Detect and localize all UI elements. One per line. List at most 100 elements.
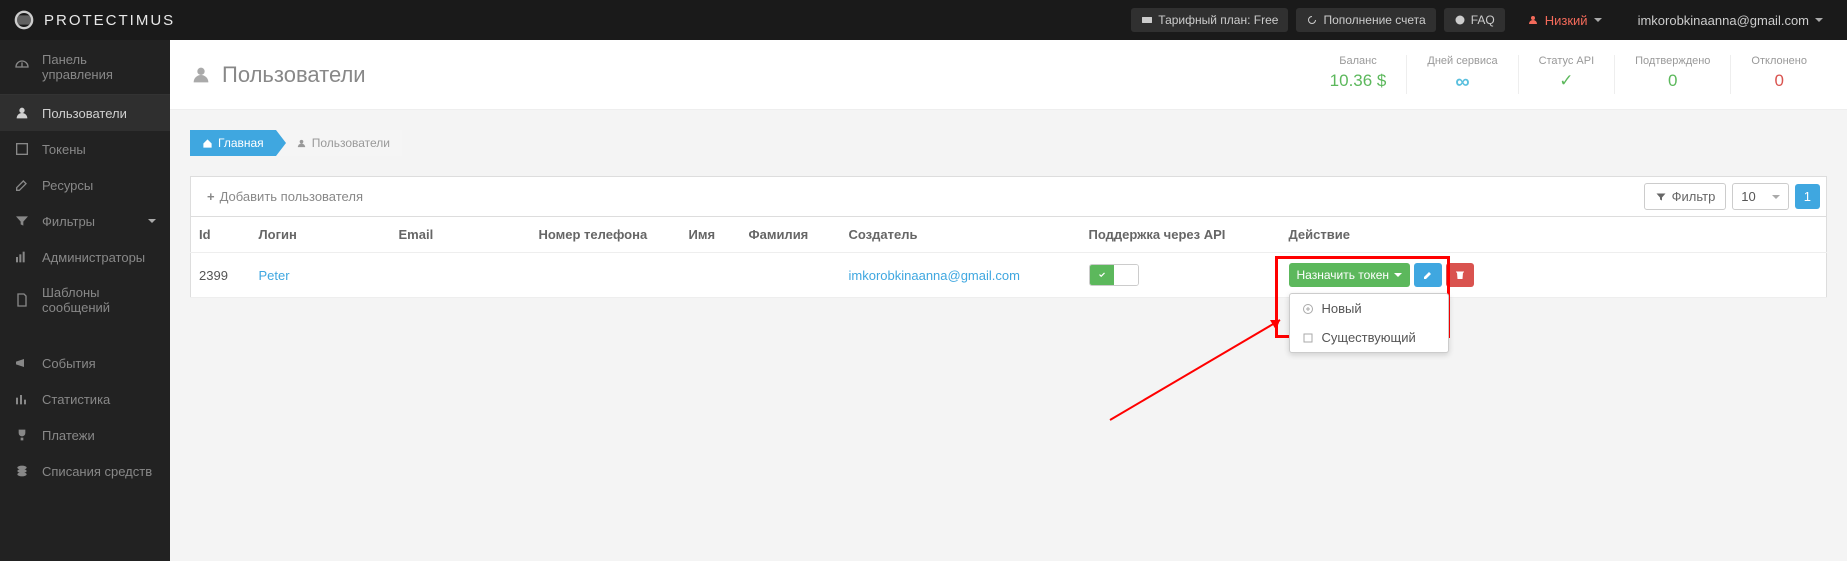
col-surname: Фамилия (741, 217, 841, 253)
sidebar-item-label: Списания средств (42, 464, 152, 479)
dropdown-item-label: Новый (1322, 301, 1362, 316)
user-icon (190, 64, 212, 86)
risk-level-menu[interactable]: Низкий (1513, 13, 1616, 28)
topup-label: Пополнение счета (1323, 13, 1425, 27)
cell-phone (531, 253, 681, 298)
page-title-text: Пользователи (222, 62, 366, 88)
sidebar-item-filters[interactable]: Фильтры (0, 203, 170, 239)
sidebar-item-resources[interactable]: Ресурсы (0, 167, 170, 203)
stat-confirmed: Подтверждено 0 (1614, 55, 1730, 94)
filter-button[interactable]: Фильтр (1644, 183, 1727, 210)
sidebar-item-label: Панель управления (42, 52, 156, 82)
table-row: 2399 Peter imkorobkinaanna@gmail.com (191, 253, 1827, 298)
refresh-icon (1306, 14, 1318, 26)
table-header-row: Id Логин Email Номер телефона Имя Фамили… (191, 217, 1827, 253)
topup-button[interactable]: Пополнение счета (1296, 8, 1435, 32)
api-toggle[interactable] (1089, 264, 1139, 286)
chevron-down-icon (1594, 18, 1602, 22)
breadcrumb-home-label: Главная (218, 136, 264, 150)
chart-icon (14, 391, 30, 407)
dropdown-item-label: Существующий (1322, 330, 1416, 345)
sidebar-item-label: Статистика (42, 392, 110, 407)
check-icon: ✓ (1539, 71, 1595, 91)
dropdown-item-existing[interactable]: Существующий (1290, 323, 1448, 352)
assign-token-dropdown: Новый Существующий (1289, 293, 1449, 353)
page-number[interactable]: 1 (1795, 184, 1820, 209)
add-user-button[interactable]: + Добавить пользователя (197, 184, 373, 209)
risk-label: Низкий (1545, 13, 1588, 28)
plus-icon: + (207, 189, 215, 204)
tariff-label: Тарифный план: Free (1158, 13, 1278, 27)
tariff-button[interactable]: Тарифный план: Free (1131, 8, 1288, 32)
sidebar-item-templates[interactable]: Шаблоны сообщений (0, 275, 170, 325)
col-id: Id (191, 217, 251, 253)
dashboard-icon (14, 59, 30, 75)
toggle-off (1114, 265, 1138, 285)
content: Главная Пользователи + Добавить пользова… (170, 110, 1847, 318)
delete-button[interactable] (1446, 263, 1474, 287)
sidebar-item-charges[interactable]: Списания средств (0, 453, 170, 489)
stat-api: Статус API ✓ (1518, 55, 1615, 94)
user-icon (296, 138, 307, 149)
main: Пользователи Баланс 10.36 $ Дней сервиса… (170, 40, 1847, 561)
assign-token-button[interactable]: Назначить токен (1289, 263, 1411, 287)
filter-label: Фильтр (1672, 189, 1716, 204)
sidebar-item-admins[interactable]: Администраторы (0, 239, 170, 275)
user-icon (1527, 14, 1539, 26)
logo-icon (10, 6, 38, 34)
stat-label: Дней сервиса (1427, 55, 1497, 67)
breadcrumb-current: Пользователи (276, 130, 402, 156)
trophy-icon (14, 427, 30, 443)
edit-icon (14, 177, 30, 193)
filter-icon (14, 213, 30, 229)
sidebar-item-label: События (42, 356, 96, 371)
edit-button[interactable] (1414, 263, 1442, 287)
sidebar-item-label: Администраторы (42, 250, 145, 265)
sidebar-item-events[interactable]: События (0, 345, 170, 381)
infinity-icon: ∞ (1427, 71, 1497, 94)
sidebar-item-stats[interactable]: Статистика (0, 381, 170, 417)
pagesize-select[interactable]: 10 (1732, 183, 1788, 210)
creator-link[interactable]: imkorobkinaanna@gmail.com (849, 268, 1020, 283)
sidebar: Панель управления Пользователи Токены Ре… (0, 40, 170, 561)
cell-email (391, 253, 531, 298)
stat-label: Отклонено (1751, 55, 1807, 67)
plus-circle-icon (1302, 303, 1314, 315)
sidebar-item-payments[interactable]: Платежи (0, 417, 170, 453)
account-menu[interactable]: imkorobkinaanna@gmail.com (1624, 13, 1837, 28)
chevron-down-icon (1815, 18, 1823, 22)
stat-value: 10.36 $ (1330, 71, 1387, 91)
row-actions: Назначить токен (1289, 263, 1819, 287)
add-user-label: Добавить пользователя (220, 189, 363, 204)
dropdown-item-new[interactable]: Новый (1290, 294, 1448, 323)
sidebar-item-label: Пользователи (42, 106, 127, 121)
col-action: Действие (1281, 217, 1827, 253)
user-login-link[interactable]: Peter (259, 268, 290, 283)
stat-value: 0 (1635, 71, 1710, 91)
sidebar-item-dashboard[interactable]: Панель управления (0, 40, 170, 95)
assign-token-label: Назначить токен (1297, 268, 1390, 282)
home-icon (202, 138, 213, 149)
coins-icon (14, 463, 30, 479)
sidebar-item-users[interactable]: Пользователи (0, 95, 170, 131)
breadcrumb-current-label: Пользователи (312, 136, 390, 150)
chevron-down-icon (1772, 195, 1780, 199)
sidebar-item-tokens[interactable]: Токены (0, 131, 170, 167)
col-api: Поддержка через API (1081, 217, 1281, 253)
user-icon (14, 105, 30, 121)
brand-logo: PROTECTIMUS (10, 6, 175, 34)
stat-label: Баланс (1330, 55, 1387, 67)
breadcrumb-home[interactable]: Главная (190, 130, 276, 156)
breadcrumb: Главная Пользователи (190, 130, 1827, 156)
chevron-down-icon (1394, 273, 1402, 277)
stat-value: 0 (1751, 71, 1807, 91)
sidebar-item-label: Платежи (42, 428, 95, 443)
stat-rejected: Отклонено 0 (1730, 55, 1827, 94)
pagesize-value: 10 (1741, 189, 1755, 204)
faq-button[interactable]: FAQ (1444, 8, 1505, 32)
document-icon (14, 292, 30, 308)
trash-icon (1454, 269, 1466, 281)
stat-days: Дней сервиса ∞ (1406, 55, 1517, 94)
token-icon (14, 141, 30, 157)
page-title: Пользователи (190, 62, 366, 88)
